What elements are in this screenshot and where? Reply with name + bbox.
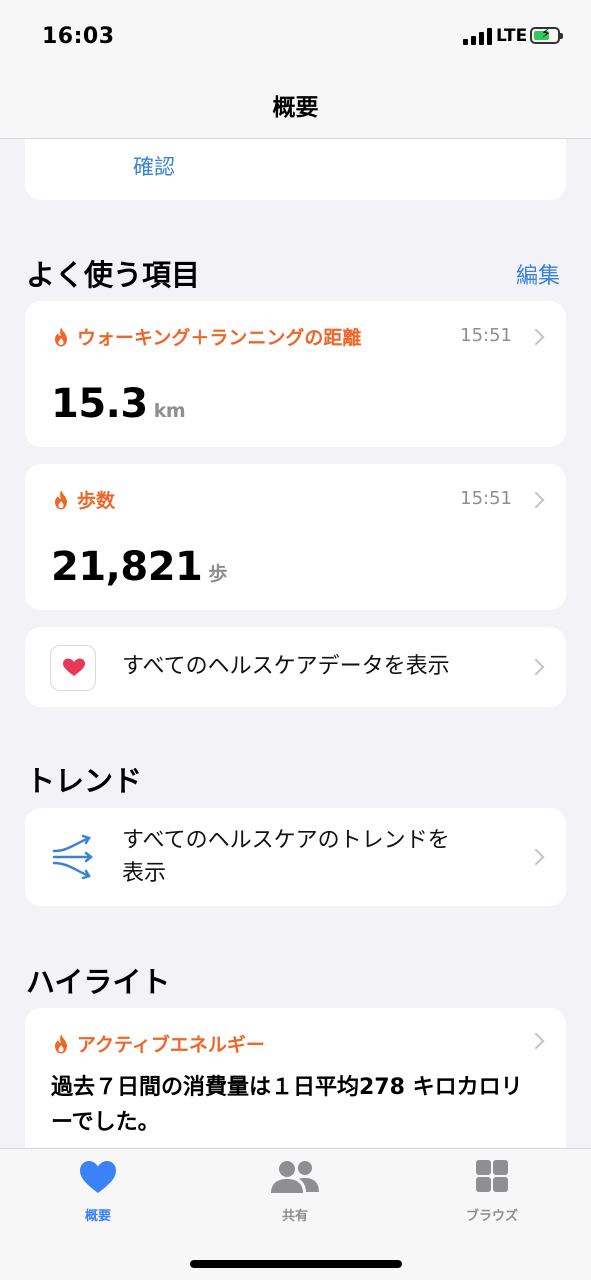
chevron-right-icon: [527, 848, 545, 866]
flame-icon: [55, 1033, 67, 1053]
chevron-right-icon: [527, 658, 545, 676]
tab-browse[interactable]: ブラウズ: [432, 1159, 552, 1224]
chevron-right-icon: [527, 328, 545, 346]
favorite-card-header: 歩数: [53, 486, 115, 513]
flame-icon: [55, 489, 67, 509]
status-time: 16:03: [42, 24, 115, 49]
steps-metric-unit: 歩: [208, 563, 227, 585]
steps-metric-time: 15:51: [460, 488, 512, 509]
show-all-trends-label-line1: すべてのヘルスケアのトレンドを: [122, 828, 450, 853]
favorite-card-distance[interactable]: ウォーキング＋ランニングの距離 15:51 15.3 km: [25, 301, 566, 447]
flame-icon: [55, 326, 67, 346]
highlight-description: 過去７日間の消費量は１日平均278 キロカロリ ーでした。: [51, 1070, 541, 1140]
health-app-icon: [50, 645, 96, 691]
highlight-description-line1: 過去７日間の消費量は１日平均278 キロカロリ: [51, 1075, 523, 1100]
distance-metric-unit: km: [153, 400, 186, 422]
tab-summary[interactable]: 概要: [38, 1159, 158, 1224]
heart-icon: [63, 658, 85, 676]
tab-summary-label: 概要: [84, 1209, 111, 1224]
distance-metric-value: 15.3: [51, 381, 148, 427]
distance-metric-time: 15:51: [460, 325, 512, 346]
distance-metric-value-row: 15.3 km: [51, 381, 186, 427]
steps-metric-value: 21,821: [51, 544, 203, 590]
highlights-section-title: ハイライト: [26, 965, 171, 999]
tab-sharing[interactable]: 共有: [235, 1159, 355, 1224]
trends-section-title: トレンド: [26, 764, 143, 798]
highlight-card-header: アクティブエネルギー: [53, 1030, 265, 1057]
navigation-bar: 概要: [0, 70, 591, 139]
favorites-section-title: よく使う項目: [26, 258, 201, 292]
steps-metric-value-row: 21,821 歩: [51, 544, 227, 590]
chevron-right-icon: [527, 1032, 545, 1050]
heart-icon: [80, 1161, 116, 1193]
highlight-card-active-energy[interactable]: アクティブエネルギー 過去７日間の消費量は１日平均278 キロカロリ ーでした。: [25, 1008, 566, 1168]
highlight-card-title: アクティブエネルギー: [77, 1034, 265, 1056]
favorite-card-steps[interactable]: 歩数 15:51 21,821 歩: [25, 464, 566, 610]
confirm-link[interactable]: 確認: [133, 151, 175, 181]
chevron-right-icon: [527, 491, 545, 509]
trends-icon: [52, 834, 94, 880]
page-title: 概要: [272, 95, 319, 121]
show-all-trends-label-line2: 表示: [122, 861, 167, 886]
highlight-description-line2: ーでした。: [51, 1110, 160, 1135]
distance-metric-title: ウォーキング＋ランニングの距離: [77, 327, 362, 349]
show-all-health-data-label: すべてのヘルスケアデータを表示: [122, 654, 450, 679]
battery-charging-icon: ⚡: [530, 26, 563, 44]
people-icon: [271, 1161, 319, 1193]
show-all-trends-row[interactable]: すべてのヘルスケアのトレンドを 表示: [25, 808, 566, 906]
favorite-card-header: ウォーキング＋ランニングの距離: [53, 323, 361, 350]
edit-favorites-button[interactable]: 編集: [516, 258, 560, 290]
steps-metric-title: 歩数: [77, 490, 116, 512]
summary-top-card: 確認: [25, 139, 566, 200]
show-all-health-data-row[interactable]: すべてのヘルスケアデータを表示: [25, 627, 566, 707]
network-type: LTE: [496, 26, 528, 46]
cellular-signal-icon: [463, 27, 492, 45]
home-indicator: [190, 1260, 402, 1268]
grid-icon: [476, 1160, 508, 1192]
status-bar: 16:03 LTE ⚡: [0, 0, 591, 70]
tab-sharing-label: 共有: [281, 1209, 308, 1224]
tab-browse-label: ブラウズ: [465, 1209, 518, 1224]
